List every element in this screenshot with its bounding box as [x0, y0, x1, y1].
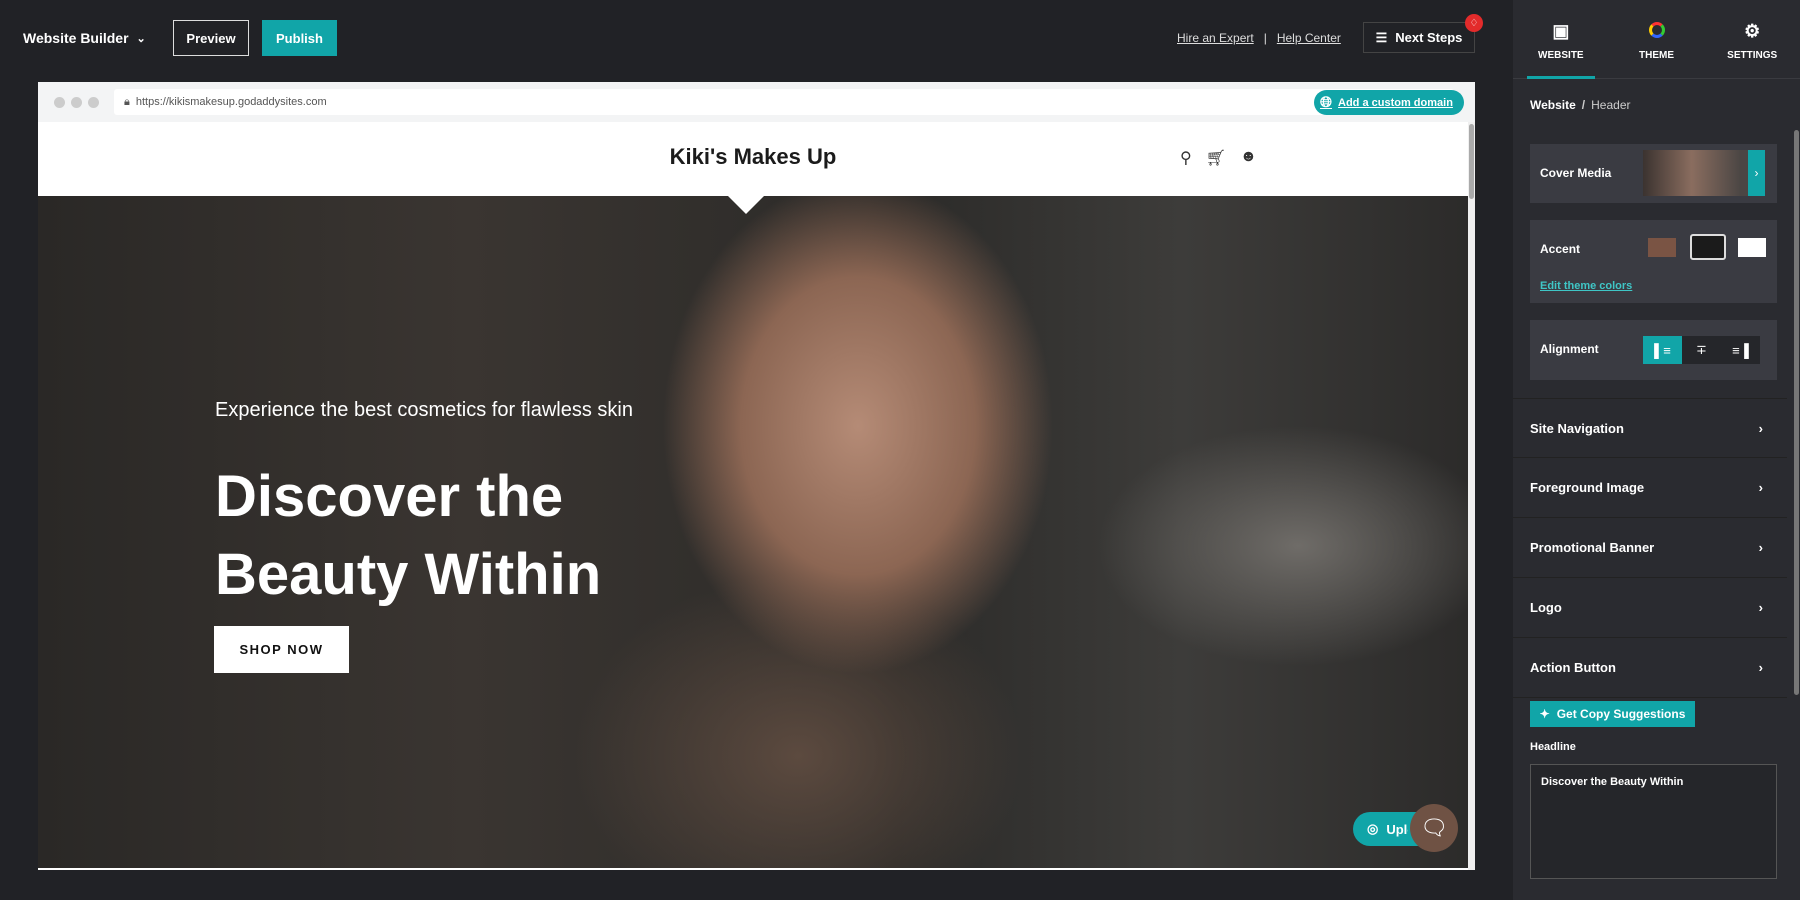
browser-bar: 🔒︎ https://kikismakesup.godaddysites.com …	[38, 82, 1475, 122]
site-header[interactable]: Kiki's Makes Up ⚲ 🛒︎ ☻	[38, 122, 1468, 196]
publish-button[interactable]: Publish	[262, 20, 337, 56]
chat-bubble-icon: 🗨︎	[1420, 815, 1448, 840]
align-left-icon[interactable]: ▌≡	[1643, 336, 1682, 364]
tab-label: THEME	[1639, 50, 1674, 61]
section-label: Site Navigation	[1530, 420, 1624, 436]
shop-now-button[interactable]: SHOP NOW	[214, 626, 349, 673]
url-field: 🔒︎ https://kikismakesup.godaddysites.com	[114, 89, 1454, 115]
section-promotional-banner[interactable]: Promotional Banner ›	[1513, 518, 1787, 578]
cart-icon[interactable]: 🛒︎	[1206, 148, 1226, 168]
next-steps-button[interactable]: ☰ Next Steps	[1363, 22, 1475, 53]
browser-window-icon: ▣	[1552, 21, 1570, 41]
alignment-label: Alignment	[1540, 342, 1599, 356]
breadcrumb-website[interactable]: Website	[1530, 98, 1576, 112]
chevron-right-icon: ›	[1758, 660, 1763, 675]
account-icon[interactable]: ☻	[1240, 148, 1257, 168]
accent-label: Accent	[1540, 242, 1581, 256]
section-label: Action Button	[1530, 660, 1616, 675]
chevron-right-icon: ›	[1758, 600, 1763, 615]
hero-cover-image[interactable]: Experience the best cosmetics for flawle…	[38, 196, 1468, 868]
panel-scrollbar[interactable]	[1794, 130, 1799, 695]
hero-headline[interactable]: Discover the Beauty Within	[215, 458, 635, 614]
section-action-button[interactable]: Action Button ›	[1513, 638, 1787, 698]
accent-swatch-brown[interactable]	[1648, 238, 1676, 257]
section-label: Promotional Banner	[1530, 540, 1655, 555]
chevron-right-icon: ›	[1758, 480, 1763, 495]
tab-label: SETTINGS	[1727, 50, 1778, 61]
tab-settings[interactable]: ⚙ SETTINGS	[1704, 0, 1800, 78]
globe-icon: 🌐︎	[1320, 94, 1333, 111]
copy-label: Get Copy Suggestions	[1556, 707, 1686, 721]
magic-wand-icon: ✦	[1539, 707, 1550, 721]
headline-label: Headline	[1530, 741, 1576, 753]
search-icon[interactable]: ⚲	[1180, 148, 1192, 168]
camera-icon: ◎	[1367, 821, 1379, 836]
accent-card: Accent Edit theme colors	[1530, 220, 1777, 303]
edit-theme-colors-link[interactable]: Edit theme colors	[1540, 280, 1632, 292]
chat-button[interactable]: 🗨︎	[1410, 804, 1458, 852]
link-separator: |	[1263, 31, 1267, 45]
cover-media-label: Cover Media	[1540, 166, 1612, 180]
website-builder-menu[interactable]: Website Builder ⌄	[23, 30, 146, 46]
domain-label: Add a custom domain	[1338, 96, 1453, 109]
checklist-icon: ☰	[1375, 29, 1388, 45]
header-pointer	[728, 196, 764, 214]
help-center-link[interactable]: Help Center	[1277, 31, 1341, 45]
url-text: https://kikismakesup.godaddysites.com	[135, 96, 327, 108]
section-label: Foreground Image	[1530, 480, 1645, 495]
section-label: Logo	[1530, 600, 1562, 615]
preview-scrollbar[interactable]	[1468, 122, 1475, 870]
breadcrumb-sep: /	[1581, 98, 1586, 112]
section-logo[interactable]: Logo ›	[1513, 578, 1787, 638]
chevron-right-icon: ›	[1758, 540, 1763, 555]
notification-bell-icon[interactable]: ♢	[1465, 14, 1483, 32]
site-preview-frame: 🔒︎ https://kikismakesup.godaddysites.com …	[38, 82, 1475, 870]
breadcrumb-header: Header	[1591, 98, 1631, 112]
hero-subtitle[interactable]: Experience the best cosmetics for flawle…	[215, 396, 645, 424]
preview-button[interactable]: Preview	[173, 20, 249, 56]
tab-label: WEBSITE	[1538, 50, 1584, 61]
breadcrumb: Website / Header	[1530, 98, 1631, 112]
hire-expert-link[interactable]: Hire an Expert	[1177, 31, 1254, 45]
add-custom-domain-button[interactable]: 🌐︎ Add a custom domain	[1314, 90, 1464, 115]
gear-icon: ⚙	[1744, 21, 1761, 41]
align-right-icon[interactable]: ≡▐	[1721, 336, 1760, 364]
tab-website[interactable]: ▣ WEBSITE	[1513, 0, 1609, 79]
upload-label: Upload	[1386, 821, 1408, 837]
chevron-down-icon: ⌄	[136, 32, 146, 45]
editor-panel: ▣ WEBSITE THEME ⚙ SETTINGS Website / Header …	[1513, 0, 1800, 900]
tab-theme[interactable]: THEME	[1609, 0, 1705, 78]
window-dots	[54, 97, 99, 108]
align-center-icon[interactable]: ∓	[1682, 336, 1721, 364]
cover-media-card[interactable]: Cover Media ›	[1530, 144, 1777, 203]
color-wheel-icon	[1648, 22, 1665, 40]
cover-media-thumbnail[interactable]: ›	[1643, 150, 1765, 196]
section-foreground-image[interactable]: Foreground Image ›	[1513, 458, 1787, 518]
next-steps-label: Next Steps	[1395, 30, 1463, 45]
section-site-navigation[interactable]: Site Navigation ›	[1513, 398, 1787, 458]
get-copy-suggestions-button[interactable]: ✦ Get Copy Suggestions	[1530, 701, 1695, 727]
lock-icon: 🔒︎	[124, 95, 130, 108]
chevron-right-icon: ›	[1748, 150, 1765, 196]
headline-input[interactable]: Discover the Beauty Within	[1530, 764, 1777, 879]
app-title: Website Builder	[23, 30, 129, 46]
alignment-card: Alignment ▌≡ ∓ ≡▐	[1530, 320, 1777, 380]
accent-swatch-white[interactable]	[1738, 238, 1766, 257]
accent-swatch-black[interactable]	[1690, 234, 1726, 260]
chevron-right-icon: ›	[1758, 420, 1763, 436]
